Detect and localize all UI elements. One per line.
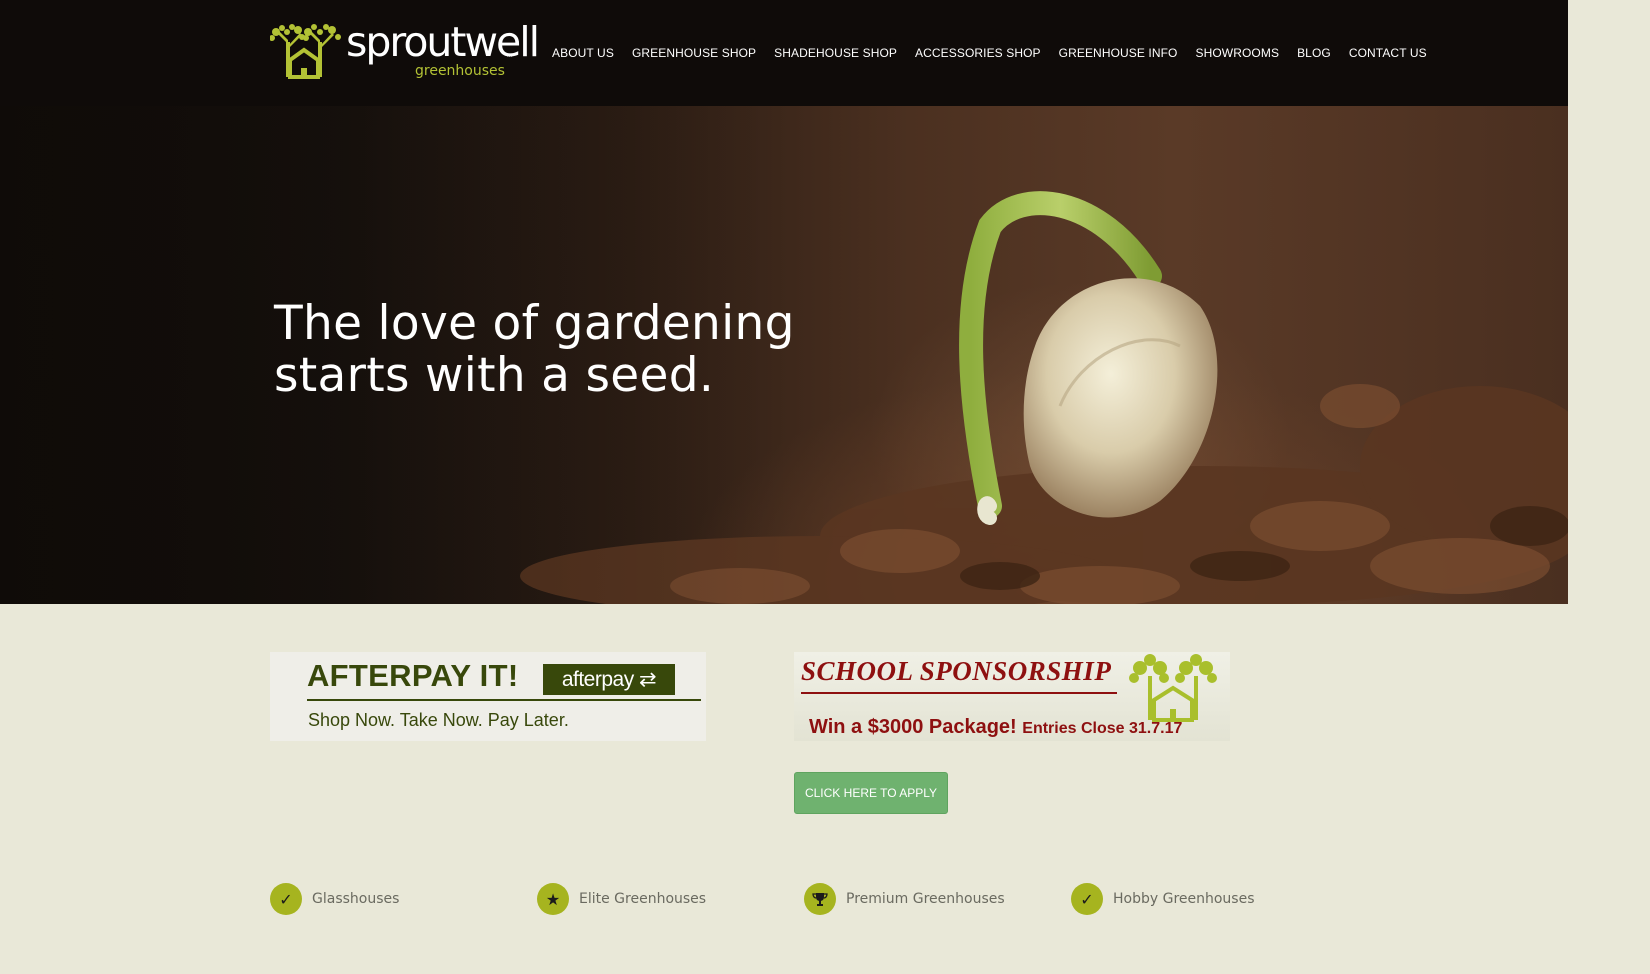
nav-item-accessories-shop[interactable]: ACCESSORIES SHOP [915,46,1041,60]
feature-elite-greenhouses[interactable]: ★ Elite Greenhouses [537,882,706,916]
feature-glasshouses[interactable]: ✓ Glasshouses [270,882,399,916]
hero-banner: The love of gardening starts with a seed… [0,106,1568,604]
feature-label: Premium Greenhouses [846,891,1005,907]
check-icon: ✓ [270,883,302,915]
hero-headline: The love of gardening starts with a seed… [274,298,795,402]
logo-trademark: ™ [506,54,513,62]
afterpay-banner-subtitle: Shop Now. Take Now. Pay Later. [308,710,569,730]
check-icon: ✓ [1071,883,1103,915]
feature-label: Elite Greenhouses [579,891,707,907]
trophy-icon [804,883,836,915]
school-banner-deadline: Entries Close 31.7.17 [1022,720,1183,737]
school-banner-win: Win a $3000 Package! [809,716,1017,738]
school-banner-offer: Win a $3000 Package! Entries Close 31.7.… [809,716,1182,739]
star-icon: ★ [537,883,569,915]
feature-label: Hobby Greenhouses [1113,891,1255,907]
nav-item-showrooms[interactable]: SHOWROOMS [1196,46,1280,60]
afterpay-arrows-icon: ⇄ [633,668,657,691]
afterpay-banner[interactable]: AFTERPAY IT! afterpay ⇄ Shop Now. Take N… [270,652,706,741]
afterpay-logo: afterpay ⇄ [543,664,675,695]
logo-trees-icon [270,24,341,79]
nav-item-blog[interactable]: BLOG [1297,46,1331,60]
afterpay-divider [307,699,701,701]
afterpay-banner-title: AFTERPAY IT! [307,658,519,693]
site-header: sproutwell ™ greenhouses ABOUT US GREENH… [0,0,1568,106]
hero-headline-line-2: starts with a seed. [274,348,715,403]
school-banner-trees-icon [1129,654,1217,722]
apply-button[interactable]: CLICK HERE TO APPLY [794,772,948,814]
feature-premium-greenhouses[interactable]: Premium Greenhouses [804,882,1005,916]
nav-item-contact-us[interactable]: CONTACT US [1349,46,1427,60]
afterpay-logo-text: afterpay [561,668,634,691]
school-banner-divider [801,692,1117,694]
nav-item-greenhouse-shop[interactable]: GREENHOUSE SHOP [632,46,756,60]
site-logo[interactable]: sproutwell ™ greenhouses [270,22,540,84]
nav-item-greenhouse-info[interactable]: GREENHOUSE INFO [1059,46,1178,60]
school-banner-title: SCHOOL SPONSORSHIP [801,656,1112,686]
main-nav: ABOUT US GREENHOUSE SHOP SHADEHOUSE SHOP… [552,46,1427,60]
hero-headline-line-1: The love of gardening [274,296,795,351]
nav-item-about-us[interactable]: ABOUT US [552,46,614,60]
nav-item-shadehouse-shop[interactable]: SHADEHOUSE SHOP [774,46,897,60]
logo-subtitle: greenhouses [415,63,505,79]
feature-hobby-greenhouses[interactable]: ✓ Hobby Greenhouses [1071,882,1255,916]
feature-label: Glasshouses [312,891,400,907]
school-sponsorship-banner[interactable]: SCHOOL SPONSORSHIP Win a $3000 Package! … [794,652,1230,741]
